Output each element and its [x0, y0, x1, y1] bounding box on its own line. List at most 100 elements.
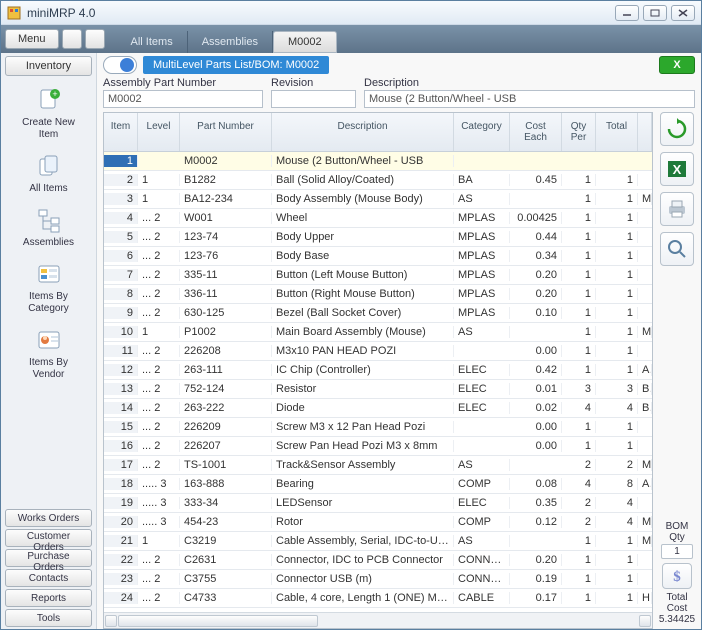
close-tab-button[interactable]: X [659, 56, 695, 74]
table-row[interactable]: 16... 2226207Screw Pan Head Pozi M3 x 8m… [104, 437, 652, 456]
nav-works-orders[interactable]: Works Orders [5, 509, 92, 527]
scroll-right-arrow[interactable] [639, 615, 651, 627]
refresh-button[interactable] [660, 112, 694, 146]
bom-table: ItemLevelPart NumberDescriptionCategoryC… [103, 112, 653, 629]
column-header[interactable]: Level [138, 113, 180, 151]
table-row[interactable]: 101P1002Main Board Assembly (Mouse)AS11M [104, 323, 652, 342]
table-row[interactable]: 24... 2C4733Cable, 4 core, Length 1 (ONE… [104, 589, 652, 608]
column-header[interactable] [638, 113, 652, 151]
column-header[interactable]: Item [104, 113, 138, 151]
column-header[interactable]: Total [596, 113, 638, 151]
bom-qty-value[interactable]: 1 [661, 544, 693, 559]
cell: 0.35 [510, 497, 562, 509]
minimize-button[interactable] [615, 5, 639, 21]
cell: Connector, IDC to PCB Connector [272, 554, 454, 566]
table-row[interactable]: 6... 2123-76Body BaseMPLAS0.3411 [104, 247, 652, 266]
multilevel-toggle[interactable] [103, 56, 137, 74]
cost-button[interactable]: $ [662, 563, 692, 589]
description-input[interactable] [364, 90, 695, 108]
cell: 23 [104, 573, 138, 585]
table-row[interactable]: 23... 2C3755Connector USB (m)CONNE...0.1… [104, 570, 652, 589]
cell: 1 [562, 307, 596, 319]
cell: 4 [596, 402, 638, 414]
cell: 263-222 [180, 402, 272, 414]
table-row[interactable]: 14... 2263-222DiodeELEC0.0244B [104, 399, 652, 418]
cell: A [638, 478, 652, 490]
column-header[interactable]: Part Number [180, 113, 272, 151]
search-button[interactable] [660, 232, 694, 266]
close-button[interactable] [671, 5, 695, 21]
cell: MPLAS [454, 231, 510, 243]
table-row[interactable]: 15... 2226209Screw M3 x 12 Pan Head Pozi… [104, 418, 652, 437]
cell: 1 [596, 440, 638, 452]
scroll-thumb[interactable] [118, 615, 318, 627]
tab-m0002[interactable]: M0002 [273, 31, 337, 53]
table-row[interactable]: 22... 2C2631Connector, IDC to PCB Connec… [104, 551, 652, 570]
inventory-button[interactable]: Inventory [5, 56, 92, 76]
assembly-input[interactable] [103, 90, 263, 108]
tab-all-items[interactable]: All Items [117, 31, 188, 53]
cell: 0.20 [510, 554, 562, 566]
print-button[interactable] [660, 192, 694, 226]
table-row[interactable]: 7... 2335-11Button (Left Mouse Button)MP… [104, 266, 652, 285]
cell: M3x10 PAN HEAD POZI [272, 345, 454, 357]
maximize-button[interactable] [643, 5, 667, 21]
column-header[interactable]: Description [272, 113, 454, 151]
nav-label: Items ByCategory [28, 291, 69, 315]
table-row[interactable]: 5... 2123-74Body UpperMPLAS0.4411 [104, 228, 652, 247]
nav-tools[interactable]: Tools [5, 609, 92, 627]
cell: 0.00 [510, 440, 562, 452]
table-row[interactable]: 31BA12-234Body Assembly (Mouse Body)AS11… [104, 190, 652, 209]
nav-items-by-vendor[interactable]: Items ByVendor [1, 321, 96, 387]
table-row[interactable]: 20..... 3454-23RotorCOMP0.1224M [104, 513, 652, 532]
table-row[interactable]: 21B1282Ball (Solid Alloy/Coated)BA0.4511 [104, 171, 652, 190]
table-body[interactable]: 1M0002Mouse (2 Button/Wheel - USB21B1282… [104, 152, 652, 612]
toolbar-button-2[interactable] [85, 29, 105, 49]
column-header[interactable]: CostEach [510, 113, 562, 151]
cell: Main Board Assembly (Mouse) [272, 326, 454, 338]
table-row[interactable]: 13... 2752-124ResistorELEC0.0133B [104, 380, 652, 399]
column-header[interactable]: Category [454, 113, 510, 151]
toolbar-button-1[interactable] [62, 29, 82, 49]
nav-customer-orders[interactable]: Customer Orders [5, 529, 92, 547]
nav-assemblies[interactable]: Assemblies [1, 201, 96, 255]
cell: AS [454, 326, 510, 338]
nav-reports[interactable]: Reports [5, 589, 92, 607]
nav-all-items[interactable]: All Items [1, 147, 96, 201]
cell: ... 2 [138, 345, 180, 357]
cell: 3 [596, 383, 638, 395]
horizontal-scrollbar[interactable] [104, 612, 652, 628]
cell: B1282 [180, 174, 272, 186]
nav-purchase-orders[interactable]: Purchase Orders [5, 549, 92, 567]
revision-input[interactable] [271, 90, 356, 108]
svg-text:X: X [673, 162, 682, 177]
export-excel-button[interactable]: X [660, 152, 694, 186]
tab-assemblies[interactable]: Assemblies [188, 31, 273, 53]
cell: 1 [562, 592, 596, 604]
cell: ... 2 [138, 421, 180, 433]
column-header[interactable]: QtyPer [562, 113, 596, 151]
table-row[interactable]: 18..... 3163-888BearingCOMP0.0848A [104, 475, 652, 494]
table-row[interactable]: 11... 2226208M3x10 PAN HEAD POZI0.0011 [104, 342, 652, 361]
table-row[interactable]: 211C3219Cable Assembly, Serial, IDC-to-U… [104, 532, 652, 551]
menu-button[interactable]: Menu [5, 29, 59, 49]
cell: 2 [104, 174, 138, 186]
table-row[interactable]: 12... 2263-111IC Chip (Controller)ELEC0.… [104, 361, 652, 380]
table-row[interactable]: 1M0002Mouse (2 Button/Wheel - USB [104, 152, 652, 171]
cell: Screw Pan Head Pozi M3 x 8mm [272, 440, 454, 452]
cell: MPLAS [454, 212, 510, 224]
table-row[interactable]: 9... 2630-125Bezel (Ball Socket Cover)MP… [104, 304, 652, 323]
nav-create-new-item[interactable]: +Create NewItem [1, 81, 96, 147]
nav-items-by-category[interactable]: Items ByCategory [1, 255, 96, 321]
table-row[interactable]: 4... 2W001WheelMPLAS0.0042511 [104, 209, 652, 228]
right-toolbar: X BOM Qty 1 $ Total Cost [657, 112, 697, 629]
table-row[interactable]: 19..... 3333-34LEDSensorELEC0.3524 [104, 494, 652, 513]
table-row[interactable]: 8... 2336-11Button (Right Mouse Button)M… [104, 285, 652, 304]
cell: 226208 [180, 345, 272, 357]
cell: 1 [596, 193, 638, 205]
cell: 2 [562, 497, 596, 509]
cell: AS [454, 193, 510, 205]
table-row[interactable]: 17... 2TS-1001Track&Sensor AssemblyAS22M [104, 456, 652, 475]
cell: 0.00 [510, 345, 562, 357]
scroll-left-arrow[interactable] [105, 615, 117, 627]
